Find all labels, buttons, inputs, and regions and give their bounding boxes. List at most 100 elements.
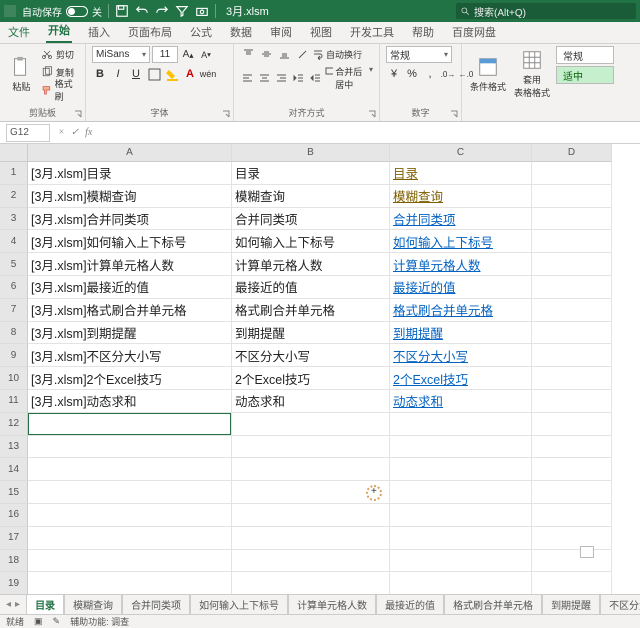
- cell[interactable]: 动态求和: [232, 390, 390, 413]
- cell[interactable]: 格式刷合并单元格: [232, 299, 390, 322]
- cell[interactable]: [3月.xlsm]如何输入上下标号: [28, 230, 232, 253]
- comma-icon[interactable]: ,: [422, 66, 438, 82]
- tab-developer[interactable]: 开发工具: [348, 21, 396, 43]
- fill-color-button[interactable]: [164, 66, 180, 82]
- cell[interactable]: [3月.xlsm]动态求和: [28, 390, 232, 413]
- tab-data[interactable]: 数据: [228, 21, 254, 43]
- orientation-icon[interactable]: [294, 46, 310, 62]
- cut-button[interactable]: 剪切: [41, 46, 79, 62]
- cell-hyperlink[interactable]: [390, 436, 532, 459]
- tab-nav-next-icon[interactable]: ▸: [15, 599, 20, 610]
- sheet-tab[interactable]: 目录: [26, 594, 64, 614]
- cell[interactable]: [532, 344, 612, 367]
- cell[interactable]: 到期提醒: [232, 322, 390, 345]
- cell[interactable]: [3月.xlsm]2个Excel技巧: [28, 367, 232, 390]
- cell-hyperlink[interactable]: [390, 504, 532, 527]
- cell[interactable]: [28, 572, 232, 595]
- tab-view[interactable]: 视图: [308, 21, 334, 43]
- accessibility-icon[interactable]: ✎: [53, 616, 61, 627]
- cell[interactable]: [532, 230, 612, 253]
- wrap-text-button[interactable]: 自动换行: [312, 48, 362, 61]
- cell[interactable]: [28, 550, 232, 573]
- row-header[interactable]: 13: [0, 436, 28, 459]
- cell-style-good[interactable]: 适中: [556, 66, 614, 84]
- cell-hyperlink[interactable]: [390, 481, 532, 504]
- cell-hyperlink[interactable]: 不区分大小写: [390, 344, 532, 367]
- cell[interactable]: 如何输入上下标号: [232, 230, 390, 253]
- cell[interactable]: [532, 572, 612, 595]
- row-header[interactable]: 8: [0, 322, 28, 345]
- row-header[interactable]: 17: [0, 527, 28, 550]
- row-header[interactable]: 12: [0, 413, 28, 436]
- cell[interactable]: [232, 458, 390, 481]
- cell-hyperlink[interactable]: 目录: [390, 162, 532, 185]
- number-launcher[interactable]: [449, 109, 459, 119]
- sheet-tab[interactable]: 模糊查询: [64, 594, 122, 614]
- sheet-tab[interactable]: 格式刷合并单元格: [444, 594, 542, 614]
- cell[interactable]: [532, 162, 612, 185]
- italic-button[interactable]: I: [110, 66, 126, 82]
- font-name-combo[interactable]: MiSans▾: [92, 46, 150, 63]
- align-bottom-icon[interactable]: [276, 46, 292, 62]
- clipboard-launcher[interactable]: [73, 109, 83, 119]
- paste-button[interactable]: 粘贴: [6, 46, 37, 102]
- align-center-icon[interactable]: [257, 70, 272, 86]
- cell-hyperlink[interactable]: [390, 550, 532, 573]
- cell[interactable]: [28, 458, 232, 481]
- increase-decimal-icon[interactable]: .0→: [440, 66, 456, 82]
- row-header[interactable]: 19: [0, 572, 28, 595]
- cell[interactable]: [3月.xlsm]模糊查询: [28, 185, 232, 208]
- tab-home[interactable]: 开始: [46, 19, 72, 43]
- align-top-icon[interactable]: [240, 46, 256, 62]
- cell[interactable]: [3月.xlsm]格式刷合并单元格: [28, 299, 232, 322]
- cell[interactable]: [232, 436, 390, 459]
- merge-center-button[interactable]: 合并后居中▾: [325, 65, 373, 91]
- fx-icon[interactable]: fx: [85, 127, 92, 138]
- autosave-toggle[interactable]: 自动保存 关: [22, 4, 102, 19]
- cell[interactable]: 2个Excel技巧: [232, 367, 390, 390]
- align-launcher[interactable]: [367, 109, 377, 119]
- cell[interactable]: 合并同类项: [232, 208, 390, 231]
- cell[interactable]: [28, 436, 232, 459]
- macro-record-icon[interactable]: ▣: [34, 616, 43, 627]
- sheet-tab[interactable]: 到期提醒: [542, 594, 600, 614]
- cell[interactable]: [28, 527, 232, 550]
- cell[interactable]: [28, 413, 232, 436]
- cell[interactable]: [532, 299, 612, 322]
- row-header[interactable]: 1: [0, 162, 28, 185]
- number-format-combo[interactable]: 常规▾: [386, 46, 452, 63]
- cell[interactable]: [532, 436, 612, 459]
- cell[interactable]: [232, 550, 390, 573]
- tab-baidu[interactable]: 百度网盘: [450, 21, 498, 43]
- font-size-combo[interactable]: 11: [152, 46, 178, 63]
- cell[interactable]: [532, 185, 612, 208]
- redo-icon[interactable]: [155, 4, 169, 18]
- row-header[interactable]: 2: [0, 185, 28, 208]
- cell-hyperlink[interactable]: [390, 458, 532, 481]
- sheet-tab[interactable]: 最接近的值: [376, 594, 444, 614]
- cell[interactable]: [532, 527, 612, 550]
- select-all-corner[interactable]: [0, 144, 28, 162]
- sheet-tab[interactable]: 如何输入上下标号: [190, 594, 288, 614]
- font-color-button[interactable]: A: [182, 66, 198, 82]
- undo-icon[interactable]: [135, 4, 149, 18]
- save-icon[interactable]: [115, 4, 129, 18]
- tab-nav-prev-icon[interactable]: ◂: [6, 599, 11, 610]
- cell-hyperlink[interactable]: [390, 572, 532, 595]
- cell-hyperlink[interactable]: 模糊查询: [390, 185, 532, 208]
- cell[interactable]: [232, 572, 390, 595]
- cell[interactable]: [532, 367, 612, 390]
- cell[interactable]: 不区分大小写: [232, 344, 390, 367]
- tab-layout[interactable]: 页面布局: [126, 21, 174, 43]
- underline-button[interactable]: U: [128, 66, 144, 82]
- tab-help[interactable]: 帮助: [410, 21, 436, 43]
- toggle-icon[interactable]: [66, 6, 88, 17]
- row-header[interactable]: 11: [0, 390, 28, 413]
- cell[interactable]: [532, 390, 612, 413]
- tab-insert[interactable]: 插入: [86, 21, 112, 43]
- cell[interactable]: [3月.xlsm]合并同类项: [28, 208, 232, 231]
- bold-button[interactable]: B: [92, 66, 108, 82]
- row-header[interactable]: 6: [0, 276, 28, 299]
- cell[interactable]: [532, 208, 612, 231]
- tab-formulas[interactable]: 公式: [188, 21, 214, 43]
